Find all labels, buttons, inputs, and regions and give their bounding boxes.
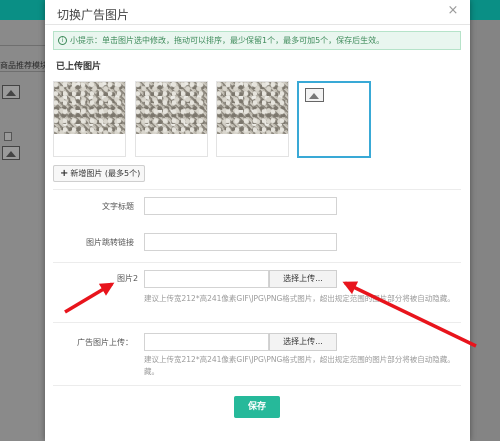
ad-image-upload-label: 广告图片上传： — [77, 338, 133, 347]
tip-text: 小提示：单击图片选中修改，拖动可以排序，最少保留1个，最多可加5个，保存后生效。 — [70, 36, 385, 45]
dialog-title: 切换广告图片 — [57, 8, 130, 22]
image-link-input[interactable] — [144, 233, 337, 251]
info-icon: i — [58, 36, 67, 45]
plus-icon: + — [60, 168, 69, 179]
thumbnail-image — [136, 82, 207, 134]
image-placeholder-icon — [305, 88, 324, 102]
ad-image-file-input[interactable] — [144, 333, 269, 351]
text-title-label: 文字标题 — [102, 202, 134, 211]
row-divider — [53, 385, 461, 386]
uploaded-thumbnail[interactable] — [135, 81, 208, 157]
ad-image-upload-button[interactable]: 选择上传... — [269, 333, 337, 351]
image-link-label: 图片跳转链接 — [86, 238, 134, 247]
close-icon[interactable]: × — [446, 4, 460, 18]
image-placeholder-icon — [2, 85, 20, 99]
change-ad-image-dialog: 切换广告图片 × i 小提示：单击图片选中修改，拖动可以排序，最少保留1个，最多可… — [45, 0, 470, 441]
broken-image-icon — [4, 132, 12, 141]
image-2-hint: 建议上传宽212*高241像素GIF\JPG\PNG格式图片，超出规定范围的图片… — [144, 294, 455, 303]
background-module-label: 商品推荐模块 — [0, 61, 48, 70]
background-left-panel — [0, 20, 45, 441]
image-2-label: 图片2 — [117, 274, 139, 283]
uploaded-images-heading: 已上传图片 — [56, 62, 102, 72]
background-divider — [0, 45, 45, 46]
add-image-button[interactable]: + 新增图片 (最多5个) — [53, 165, 145, 182]
row-divider — [53, 322, 461, 323]
background-right-panel — [470, 20, 500, 441]
uploaded-thumbnail[interactable] — [216, 81, 289, 157]
background-divider — [0, 71, 45, 72]
dialog-header-divider — [45, 24, 470, 25]
thumbnail-image — [217, 82, 288, 134]
image-2-upload-button[interactable]: 选择上传... — [269, 270, 337, 288]
uploaded-thumbnail[interactable] — [53, 81, 126, 157]
add-image-label: 新增图片 (最多5个) — [70, 169, 141, 178]
text-title-input[interactable] — [144, 197, 337, 215]
row-divider — [53, 189, 461, 190]
thumbnail-image — [54, 82, 125, 134]
image-placeholder-icon — [2, 146, 20, 160]
save-button[interactable]: 保存 — [234, 396, 280, 418]
image-2-file-input[interactable] — [144, 270, 269, 288]
row-divider — [53, 262, 461, 263]
tip-banner: i 小提示：单击图片选中修改，拖动可以排序，最少保留1个，最多可加5个，保存后生效… — [53, 31, 461, 50]
selected-thumbnail[interactable] — [297, 81, 371, 158]
ad-image-hint-continued: 藏。 — [144, 367, 159, 376]
ad-image-hint: 建议上传宽212*高241像素GIF\JPG\PNG格式图片，超出规定范围的图片… — [144, 355, 455, 364]
